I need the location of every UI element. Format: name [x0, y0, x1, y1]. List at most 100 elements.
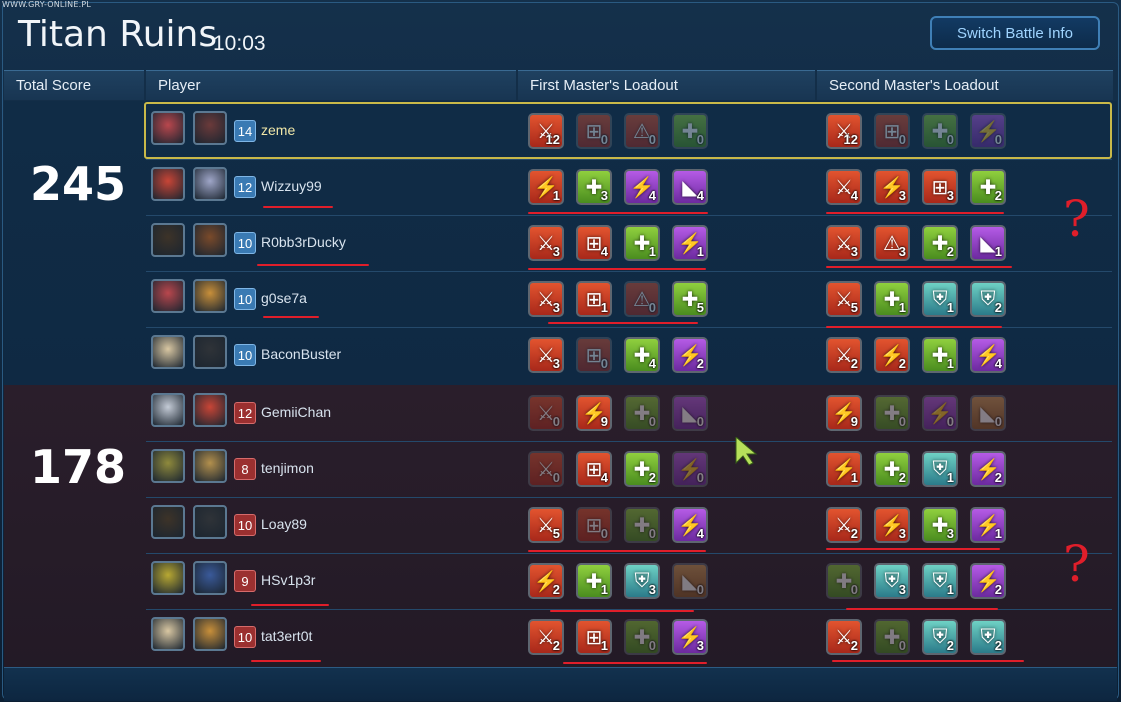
first-loadout-slot[interactable]: ✚ 5	[672, 281, 708, 317]
player-name[interactable]: tat3ert0t	[261, 628, 312, 644]
first-loadout-slot[interactable]: ✚ 3	[576, 169, 612, 205]
first-loadout-slot[interactable]: ✚ 4	[624, 337, 660, 373]
second-loadout-slot[interactable]: ✚ 2	[970, 169, 1006, 205]
second-loadout-slot[interactable]: ⛨ 2	[970, 619, 1006, 655]
first-loadout-slot[interactable]: ⚡ 2	[672, 337, 708, 373]
slot-count: 2	[898, 356, 906, 371]
first-loadout-slot[interactable]: ⚔ 0	[528, 395, 564, 431]
player-name[interactable]: zeme	[261, 122, 295, 138]
second-loadout-slot[interactable]: ⊞ 0	[874, 113, 910, 149]
second-loadout-slot[interactable]: ✚ 0	[922, 113, 958, 149]
second-loadout-slot[interactable]: ⛨ 3	[874, 563, 910, 599]
second-loadout-slot[interactable]: ⚔ 2	[826, 337, 862, 373]
first-loadout-slot[interactable]: ⛨ 3	[624, 563, 660, 599]
annotation-underline	[251, 660, 321, 662]
first-loadout-slot[interactable]: ⊞ 0	[576, 507, 612, 543]
first-loadout-slot[interactable]: ⊞ 4	[576, 451, 612, 487]
second-loadout-slot[interactable]: ⛨ 2	[922, 619, 958, 655]
second-loadout-slot[interactable]: ⚡ 3	[874, 169, 910, 205]
first-loadout-slot[interactable]: ✚ 1	[624, 225, 660, 261]
second-loadout-slot[interactable]: ⚡ 1	[970, 507, 1006, 543]
player-name[interactable]: HSv1p3r	[261, 572, 315, 588]
first-loadout-slot[interactable]: ⚔ 3	[528, 337, 564, 373]
second-loadout-slot[interactable]: ⚡ 1	[826, 451, 862, 487]
first-loadout-slot[interactable]: ✚ 0	[624, 395, 660, 431]
player-name[interactable]: BaconBuster	[261, 346, 341, 362]
first-loadout-slot[interactable]: ⚠ 0	[624, 281, 660, 317]
first-loadout-slot[interactable]: ⚡ 9	[576, 395, 612, 431]
second-loadout-slot[interactable]: ⚡ 4	[970, 337, 1006, 373]
first-loadout-slot[interactable]: ⚔ 12	[528, 113, 564, 149]
second-loadout-slot[interactable]: ✚ 2	[922, 225, 958, 261]
second-loadout-slot[interactable]: ✚ 0	[874, 619, 910, 655]
second-loadout-slot[interactable]: ✚ 1	[874, 281, 910, 317]
first-loadout-slot[interactable]: ⚔ 0	[528, 451, 564, 487]
second-loadout-slot[interactable]: ⚡ 2	[874, 337, 910, 373]
second-loadout-slot[interactable]: ⚡ 3	[874, 507, 910, 543]
second-loadout-slot[interactable]: ⛨ 1	[922, 451, 958, 487]
second-loadout-slot[interactable]: ✚ 2	[874, 451, 910, 487]
first-loadout-slot[interactable]: ⚔ 5	[528, 507, 564, 543]
second-loadout-slot[interactable]: ⊞ 3	[922, 169, 958, 205]
first-loadout-slot[interactable]: ◣ 0	[672, 563, 708, 599]
second-loadout-slot[interactable]: ⚠ 3	[874, 225, 910, 261]
first-loadout-slot[interactable]: ⚠ 0	[624, 113, 660, 149]
first-loadout-slot[interactable]: ⚡ 1	[528, 169, 564, 205]
second-loadout-slot[interactable]: ⚔ 2	[826, 619, 862, 655]
second-loadout-slot[interactable]: ⛨ 1	[922, 281, 958, 317]
second-loadout-slot[interactable]: ⚔ 5	[826, 281, 862, 317]
second-loadout-slot[interactable]: ⚡ 0	[922, 395, 958, 431]
second-loadout-slot[interactable]: ⚡ 2	[970, 563, 1006, 599]
first-loadout-slot[interactable]: ✚ 1	[576, 563, 612, 599]
first-loadout-slot[interactable]: ⊞ 1	[576, 281, 612, 317]
second-loadout-slot[interactable]: ✚ 0	[874, 395, 910, 431]
first-loadout-slot[interactable]: ⚡ 1	[672, 225, 708, 261]
first-loadout-slot[interactable]: ⚡ 0	[672, 451, 708, 487]
first-loadout-slot[interactable]: ⚔ 3	[528, 225, 564, 261]
row-divider	[146, 497, 1112, 498]
first-loadout-slot[interactable]: ⚡ 2	[528, 563, 564, 599]
slot-count: 3	[898, 582, 906, 597]
second-loadout-slot[interactable]: ⛨ 2	[970, 281, 1006, 317]
player-name[interactable]: Wizzuy99	[261, 178, 322, 194]
first-loadout-slot[interactable]: ⊞ 1	[576, 619, 612, 655]
player-level-badge: 10	[234, 288, 256, 310]
second-loadout-slot[interactable]: ⚔ 4	[826, 169, 862, 205]
first-loadout-slot[interactable]: ⚡ 4	[672, 507, 708, 543]
second-loadout-slot[interactable]: ⚔ 2	[826, 507, 862, 543]
player-name[interactable]: tenjimon	[261, 460, 314, 476]
first-loadout-slot[interactable]: ◣ 4	[672, 169, 708, 205]
second-loadout-slot[interactable]: ⚡ 9	[826, 395, 862, 431]
first-loadout-slot[interactable]: ⚔ 3	[528, 281, 564, 317]
first-loadout-slot[interactable]: ⚡ 4	[624, 169, 660, 205]
second-loadout-slot[interactable]: ◣ 1	[970, 225, 1006, 261]
second-loadout-slot[interactable]: ⚡ 2	[970, 451, 1006, 487]
player-name[interactable]: R0bb3rDucky	[261, 234, 346, 250]
first-loadout-slot[interactable]: ✚ 0	[672, 113, 708, 149]
second-loadout-slot[interactable]: ✚ 1	[922, 337, 958, 373]
first-loadout-slot[interactable]: ⊞ 4	[576, 225, 612, 261]
first-loadout-slot[interactable]: ✚ 0	[624, 619, 660, 655]
switch-battle-info-button[interactable]: Switch Battle Info	[930, 16, 1100, 50]
first-loadout-slot[interactable]: ⚡ 3	[672, 619, 708, 655]
first-loadout-slot[interactable]: ⚔ 2	[528, 619, 564, 655]
second-loadout-slot[interactable]: ⛨ 1	[922, 563, 958, 599]
second-loadout-slot[interactable]: ⚡ 0	[970, 113, 1006, 149]
slot-count: 4	[994, 356, 1002, 371]
first-loadout-slot[interactable]: ⊞ 0	[576, 113, 612, 149]
first-loadout-slot[interactable]: ⊞ 0	[576, 337, 612, 373]
player-name[interactable]: GemiiChan	[261, 404, 331, 420]
first-loadout-slot[interactable]: ◣ 0	[672, 395, 708, 431]
slot-count: 1	[946, 300, 954, 315]
player-name[interactable]: g0se7a	[261, 290, 307, 306]
slot-count: 9	[850, 414, 858, 429]
first-loadout-slot[interactable]: ✚ 0	[624, 507, 660, 543]
player-name[interactable]: Loay89	[261, 516, 307, 532]
row-divider	[146, 215, 1112, 216]
second-loadout-slot[interactable]: ⚔ 12	[826, 113, 862, 149]
second-loadout-slot[interactable]: ✚ 0	[826, 563, 862, 599]
second-loadout-slot[interactable]: ⚔ 3	[826, 225, 862, 261]
first-loadout-slot[interactable]: ✚ 2	[624, 451, 660, 487]
second-loadout-slot[interactable]: ◣ 0	[970, 395, 1006, 431]
second-loadout-slot[interactable]: ✚ 3	[922, 507, 958, 543]
